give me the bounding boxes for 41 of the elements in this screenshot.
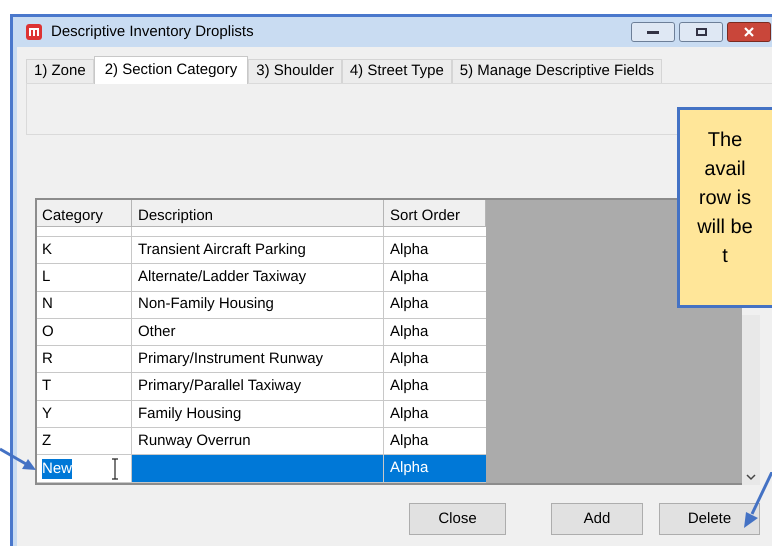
table-cell-text: Alpha <box>389 322 430 342</box>
dialog-button[interactable]: Close <box>409 503 506 535</box>
table-cell-text: Alpha <box>389 430 430 451</box>
table-cell: Transient Aircraft Parking <box>132 237 384 264</box>
column-header[interactable]: Category <box>37 200 132 226</box>
table-cell: Primary/Parallel Taxiway <box>132 373 384 400</box>
column-header[interactable]: Description <box>132 200 384 226</box>
callout-text: will be <box>697 215 753 240</box>
maximize-button[interactable] <box>679 22 723 42</box>
table-cell: Non-Family Housing <box>132 292 384 318</box>
callout-text: t <box>722 244 728 269</box>
callout-text: row is <box>698 186 752 211</box>
app-icon <box>25 23 43 41</box>
close-icon <box>744 27 754 37</box>
dialog-button[interactable]: Add <box>551 503 643 535</box>
minimize-button[interactable] <box>631 22 675 42</box>
table-cell-text: Alpha <box>389 376 430 396</box>
tab[interactable]: 4) Street Type <box>342 59 452 83</box>
table-cell-text: Alpha <box>389 349 430 370</box>
table-cell-text: Alpha <box>389 404 430 424</box>
table-cell: Runway Overrun <box>132 428 384 454</box>
tab[interactable]: 1) Zone <box>26 59 94 83</box>
tab[interactable]: 3) Shoulder <box>248 59 342 83</box>
table-cell-text: Alpha <box>389 240 430 260</box>
table-cell: Alternate/Ladder Taxiway <box>132 264 384 291</box>
table-cell-text: Alpha <box>389 294 430 314</box>
close-window-button[interactable] <box>727 22 771 42</box>
table-cell-text: Alpha <box>389 267 430 288</box>
table-cell: Other <box>132 318 384 346</box>
dialog-button[interactable]: Delete <box>659 503 760 535</box>
tab[interactable]: 5) Manage Descriptive Fields <box>452 59 662 83</box>
scrollbar[interactable] <box>742 315 760 485</box>
callout-text: The <box>708 128 742 153</box>
table-cell: Primary/Instrument Runway <box>132 346 384 372</box>
table-cell: Family Housing <box>132 400 384 428</box>
text-cursor-icon <box>111 458 119 480</box>
window-title: Descriptive Inventory Droplists <box>51 22 254 42</box>
scroll-down-icon[interactable] <box>746 473 756 481</box>
callout-text: avail <box>704 157 746 182</box>
tab[interactable]: 2) Section Category <box>94 56 248 84</box>
table-cell: Alpha <box>384 455 486 482</box>
